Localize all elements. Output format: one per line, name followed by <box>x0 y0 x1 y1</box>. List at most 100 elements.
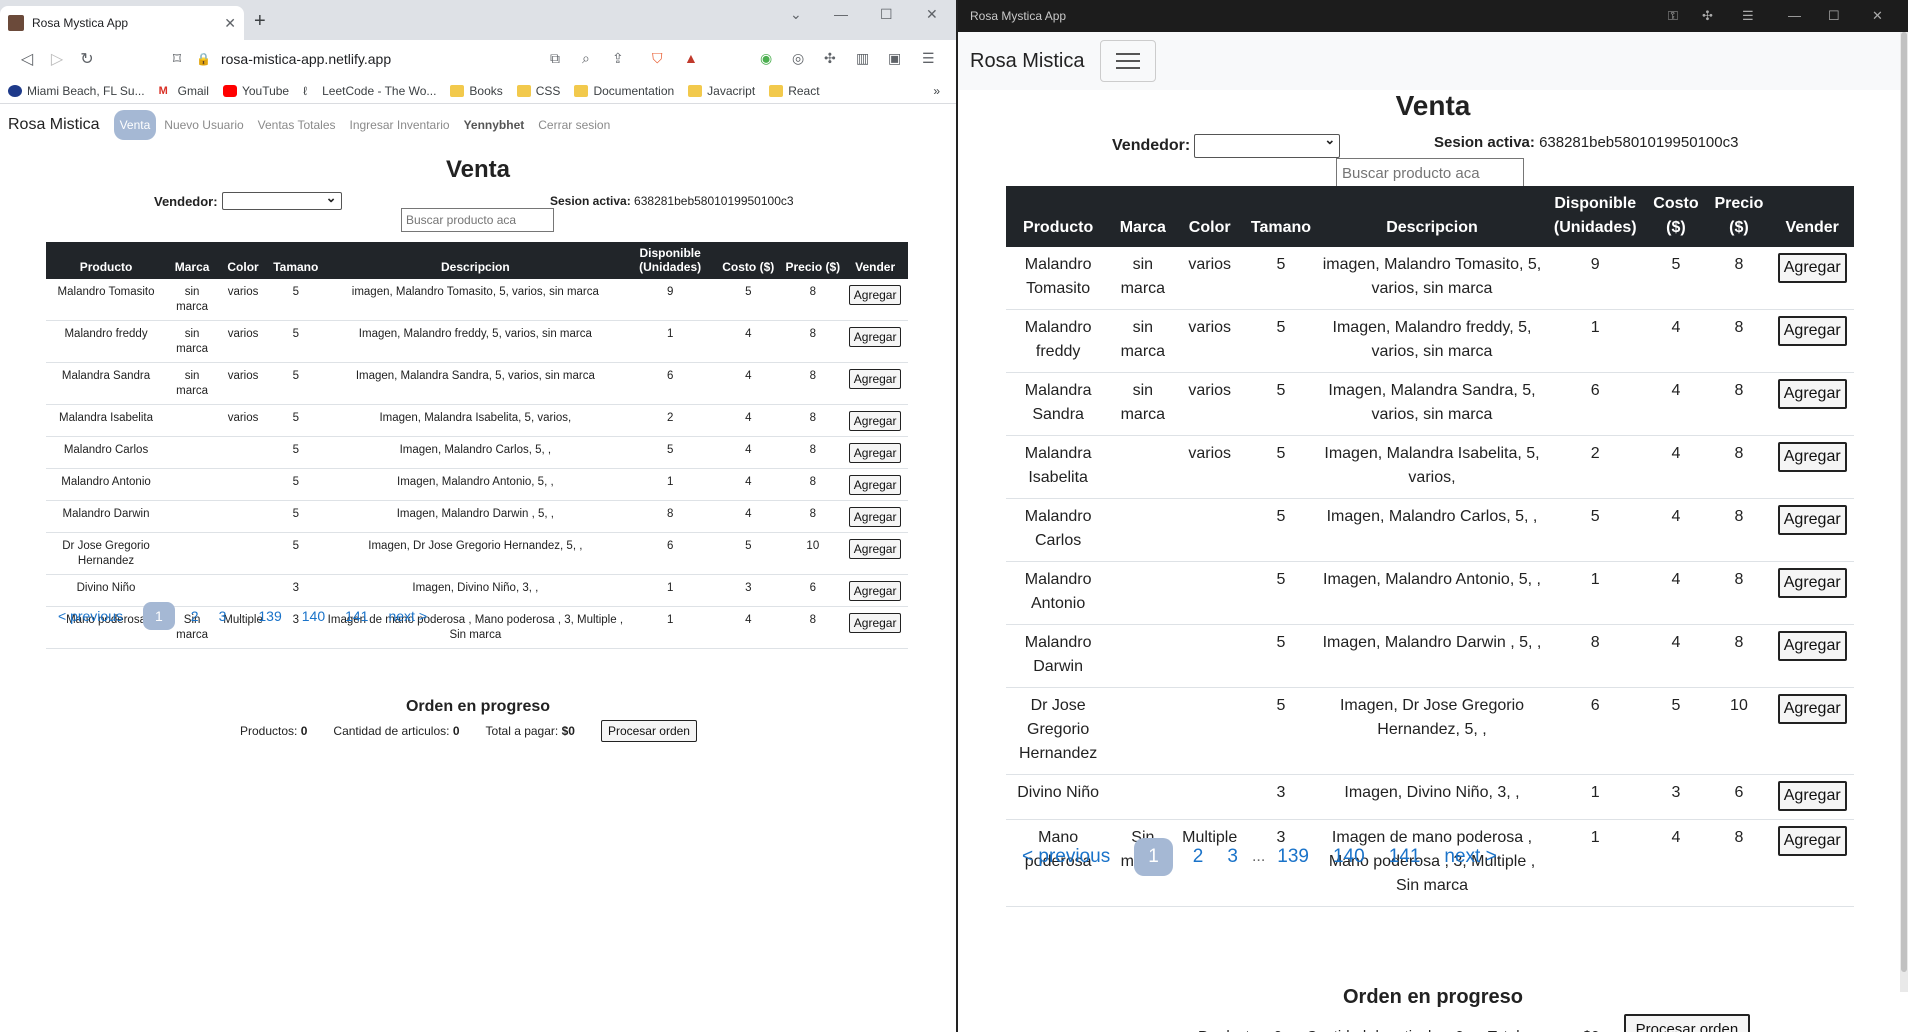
bookmark-item[interactable]: Miami Beach, FL Su... <box>8 84 145 98</box>
brave-shield-icon[interactable]: ⛉ <box>652 50 663 67</box>
bookmark-item[interactable]: Javacript <box>688 84 755 98</box>
pagination-page[interactable]: 2 <box>191 608 199 624</box>
close-tab-icon[interactable]: ✕ <box>224 15 236 32</box>
bookmarks-bar: Miami Beach, FL Su... M Gmail YouTube ℓ Le… <box>0 78 956 104</box>
pagination-previous[interactable]: < previous <box>1022 846 1110 868</box>
new-tab-icon[interactable]: + <box>254 10 266 33</box>
maximize-icon[interactable]: ☐ <box>880 6 893 23</box>
bookmark-item[interactable]: YouTube <box>222 84 289 98</box>
folder-icon <box>769 84 784 97</box>
zoom-icon[interactable]: ⌕ <box>582 50 590 67</box>
scrollbar[interactable] <box>1900 32 1908 992</box>
bookmark-icon[interactable]: ⌑ <box>162 49 192 69</box>
bookmark-item[interactable]: React <box>769 84 820 98</box>
pagination-page[interactable]: 3 <box>219 608 227 624</box>
marca-cell <box>1110 687 1176 775</box>
menu-icon[interactable]: ☰ <box>922 50 935 67</box>
agregar-button[interactable]: Agregar <box>1777 505 1847 535</box>
open-in-app-icon[interactable]: ⧉ <box>550 50 560 67</box>
bookmark-item[interactable]: Books <box>450 84 503 98</box>
bookmark-item[interactable]: CSS <box>516 84 560 98</box>
agregar-button[interactable]: Agregar <box>848 369 902 389</box>
minimize-icon[interactable]: — <box>1788 8 1801 23</box>
address-bar[interactable]: 🔒 rosa-mistica-app.netlify.app <box>196 44 710 74</box>
pagination-page[interactable]: 3 <box>1227 846 1238 868</box>
agregar-button[interactable]: Agregar <box>848 581 902 601</box>
column-header: Descripcion <box>1317 186 1547 247</box>
minimize-icon[interactable]: — <box>834 6 848 22</box>
pagination-previous[interactable]: < previous <box>58 608 123 624</box>
process-order-button[interactable]: Procesar orden <box>600 720 697 742</box>
agregar-button[interactable]: Agregar <box>1777 379 1847 409</box>
brand[interactable]: Rosa Mistica <box>8 116 100 134</box>
pagination-page[interactable]: 1 <box>1134 838 1173 876</box>
pagination-next[interactable]: next > <box>1444 846 1496 868</box>
extension-2-icon[interactable]: ◎ <box>792 50 804 67</box>
maximize-icon[interactable]: ☐ <box>1828 8 1840 24</box>
costo-cell: 4 <box>713 500 784 533</box>
nav-venta[interactable]: Venta <box>113 110 157 140</box>
menu-icon[interactable]: ☰ <box>1742 8 1754 24</box>
costo-cell: 4 <box>1644 372 1708 436</box>
key-icon[interactable]: ⚿ <box>1668 8 1678 24</box>
vendedor-select[interactable] <box>1194 132 1341 158</box>
search-input[interactable] <box>1336 158 1524 188</box>
share-icon[interactable]: ⇪ <box>612 50 624 67</box>
agregar-button[interactable]: Agregar <box>1777 316 1847 346</box>
bookmark-item[interactable]: M Gmail <box>159 84 209 98</box>
pagination-page[interactable]: 139 <box>1277 846 1309 868</box>
puzzle-icon[interactable]: ✣ <box>824 50 836 67</box>
bookmark-item[interactable]: Documentation <box>574 84 674 98</box>
pagination-page[interactable]: 2 <box>1193 846 1204 868</box>
agregar-button[interactable]: Agregar <box>1777 694 1847 724</box>
bookmark-item[interactable]: ℓ LeetCode - The Wo... <box>303 84 436 98</box>
agregar-button[interactable]: Agregar <box>848 443 902 463</box>
agregar-button[interactable]: Agregar <box>1777 781 1847 811</box>
wallet-icon[interactable]: ▣ <box>888 50 901 67</box>
search-input[interactable] <box>401 208 554 232</box>
agregar-button[interactable]: Agregar <box>1777 568 1847 598</box>
agregar-button[interactable]: Agregar <box>848 327 902 347</box>
hamburger-menu-icon[interactable] <box>1100 40 1157 82</box>
url-text: rosa-mistica-app.netlify.app <box>220 51 392 67</box>
agregar-button[interactable]: Agregar <box>1777 826 1847 856</box>
sidebar-icon[interactable]: ▥ <box>856 50 869 67</box>
pagination-page[interactable]: 141 <box>345 608 368 624</box>
agregar-button[interactable]: Agregar <box>1777 253 1847 283</box>
pagination-page[interactable]: 141 <box>1389 846 1421 868</box>
pagination-page[interactable]: 140 <box>1333 846 1365 868</box>
agregar-button[interactable]: Agregar <box>848 613 902 633</box>
nav-ventas-totales[interactable]: Ventas Totales <box>258 118 336 132</box>
brand[interactable]: Rosa Mistica <box>970 50 1084 73</box>
forward-icon[interactable]: ▷ <box>42 49 72 69</box>
browser-tab[interactable]: Rosa Mystica App ✕ <box>0 6 244 40</box>
agregar-button[interactable]: Agregar <box>848 285 902 305</box>
pagination-page[interactable]: 140 <box>302 608 325 624</box>
vendedor-select[interactable] <box>221 190 342 210</box>
puzzle-icon[interactable]: ✣ <box>1702 8 1713 24</box>
pagination-page[interactable]: 1 <box>142 602 175 630</box>
nav-ingresar-inventario[interactable]: Ingresar Inventario <box>350 118 450 132</box>
vender-cell: Agregar <box>842 279 908 321</box>
agregar-button[interactable]: Agregar <box>848 507 902 527</box>
pagination-next[interactable]: next > <box>388 608 427 624</box>
brave-rewards-icon[interactable]: ▲ <box>684 50 698 66</box>
close-window-icon[interactable]: ✕ <box>926 6 938 23</box>
process-order-button[interactable]: Procesar orden <box>1623 1014 1751 1032</box>
agregar-button[interactable]: Agregar <box>848 475 902 495</box>
more-bookmarks-icon[interactable]: » <box>933 84 940 98</box>
back-icon[interactable]: ◁ <box>12 49 42 69</box>
extension-icon[interactable]: ◉ <box>760 50 772 67</box>
pagination-page[interactable]: 139 <box>258 608 281 624</box>
agregar-button[interactable]: Agregar <box>1777 631 1847 661</box>
tab-search-icon[interactable]: ⌄ <box>790 6 802 23</box>
agregar-button[interactable]: Agregar <box>848 539 902 559</box>
column-header: Costo ($) <box>713 242 784 279</box>
nav-nuevo-usuario[interactable]: Nuevo Usuario <box>164 118 243 132</box>
close-window-icon[interactable]: ✕ <box>1872 8 1883 24</box>
reload-icon[interactable]: ↻ <box>72 49 102 69</box>
agregar-button[interactable]: Agregar <box>1777 442 1847 472</box>
agregar-button[interactable]: Agregar <box>848 411 902 431</box>
nav-user[interactable]: Yennybhet <box>464 118 525 132</box>
nav-cerrar-sesion[interactable]: Cerrar sesion <box>538 118 610 132</box>
